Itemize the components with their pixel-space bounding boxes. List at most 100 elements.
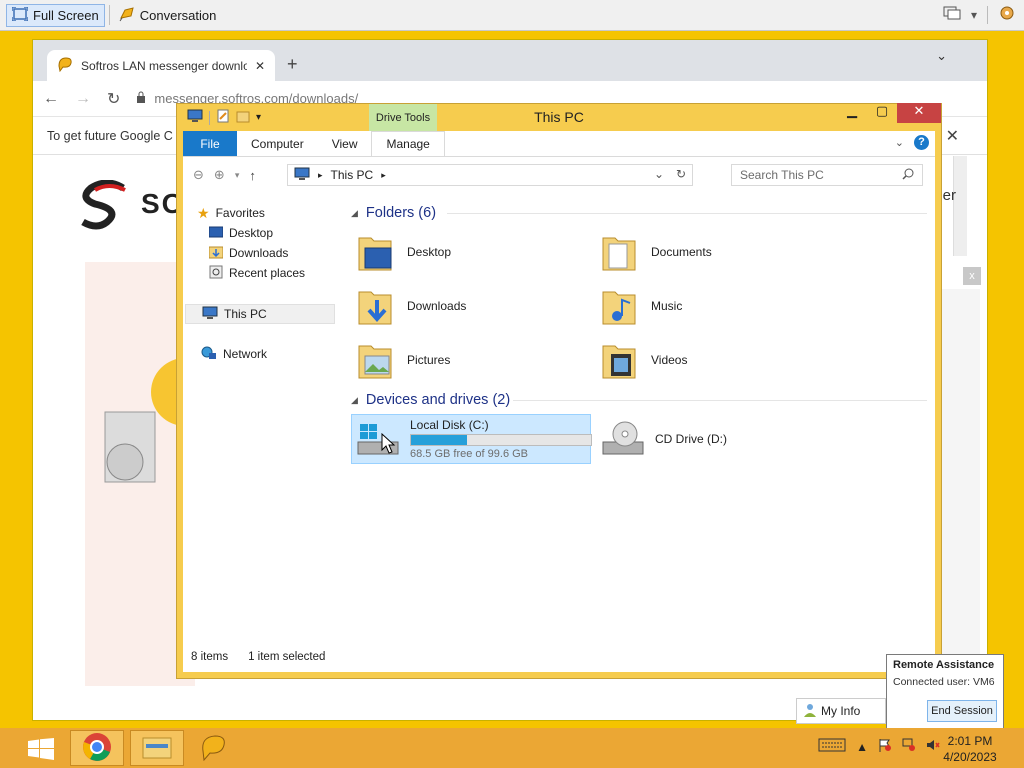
back-icon[interactable]: ⊖: [193, 167, 204, 183]
nav-item-this-pc[interactable]: This PC: [185, 304, 335, 324]
drive-usage-fill: [411, 435, 468, 445]
taskbar-softros-messenger[interactable]: [186, 730, 240, 766]
forward-icon[interactable]: →: [75, 90, 91, 108]
group-divider: [447, 213, 927, 214]
address-dropdown-icon[interactable]: ⌄: [654, 167, 664, 181]
window-title: This PC: [534, 109, 584, 125]
maximize-button[interactable]: ▢: [867, 103, 897, 123]
remote-assistance-title: Remote Assistance: [893, 659, 995, 671]
mouse-cursor-icon: [381, 432, 397, 458]
lock-icon: [136, 91, 146, 106]
conversation-button[interactable]: Conversation: [114, 4, 222, 27]
back-icon[interactable]: ←: [43, 90, 59, 108]
drives-group-header[interactable]: ◢ Devices and drives (2): [351, 390, 510, 410]
browser-tab[interactable]: Softros LAN messenger downloa ✕: [47, 50, 275, 81]
folder-desktop[interactable]: Desktop: [357, 227, 557, 277]
file-explorer-window: ▾ Drive Tools This PC ▁ ▢ ✕ File Compute…: [176, 103, 942, 679]
folder-label: Music: [651, 299, 683, 313]
toolbar-divider: [108, 5, 110, 25]
folder-videos[interactable]: Videos: [601, 335, 801, 385]
keyboard-icon[interactable]: [818, 738, 846, 755]
nav-item-recent-places[interactable]: Recent places: [209, 263, 305, 283]
up-icon[interactable]: ↑: [249, 168, 256, 183]
remote-assistance-popup: Remote Assistance Connected user: VM6 En…: [886, 654, 1004, 729]
tab-title: Softros LAN messenger downloa: [81, 58, 247, 73]
chevron-down-icon[interactable]: ▾: [971, 8, 977, 22]
drive-usage-bar: [410, 434, 592, 446]
expand-ribbon-icon[interactable]: ⌄: [895, 136, 904, 149]
drives-group-title: Devices and drives (2): [365, 392, 511, 408]
show-hidden-icons[interactable]: ▲: [856, 740, 868, 754]
softros-favicon-icon: [57, 56, 73, 75]
navigation-pane: ★ Favorites Desktop Downloads Recent pla…: [183, 193, 335, 642]
folder-label: Desktop: [407, 245, 452, 259]
content-pane: ◢ Folders (6) Desktop Documents Download…: [343, 193, 935, 642]
volume-muted-icon[interactable]: [926, 738, 940, 755]
forward-icon[interactable]: ⊕: [214, 167, 225, 183]
nav-item-network[interactable]: Network: [201, 344, 267, 364]
nav-item-label: Desktop: [229, 226, 274, 240]
tab-search-icon[interactable]: ⌄: [936, 48, 947, 64]
breadcrumb-separator-icon: ▸: [318, 169, 323, 180]
new-tab-button[interactable]: +: [287, 54, 298, 75]
conversation-label: Conversation: [139, 7, 217, 23]
tab-view[interactable]: View: [318, 131, 372, 156]
network-tray-icon[interactable]: [902, 738, 916, 755]
folder-music[interactable]: Music: [601, 281, 801, 331]
my-info-button[interactable]: My Info: [796, 698, 886, 724]
drive-free-space: 68.5 GB free of 99.6 GB: [410, 448, 529, 460]
settings-icon[interactable]: [998, 4, 1016, 25]
tab-manage[interactable]: Manage: [371, 131, 445, 156]
folder-label: Pictures: [407, 353, 451, 367]
folder-downloads[interactable]: Downloads: [357, 281, 557, 331]
clock[interactable]: 2:01 PM 4/20/2023: [940, 733, 1000, 765]
monitor-icon[interactable]: [943, 6, 961, 23]
videos-folder-icon: [601, 340, 637, 380]
end-session-button[interactable]: End Session: [927, 700, 997, 722]
fragment-close-button[interactable]: x: [963, 267, 981, 285]
folder-documents[interactable]: Documents: [601, 227, 801, 277]
drive-name: CD Drive (D:): [655, 432, 727, 446]
breadcrumb-separator-icon[interactable]: ▸: [381, 170, 386, 181]
windows-start-icon[interactable]: [28, 738, 54, 760]
this-pc-icon: [202, 306, 218, 323]
nav-item-desktop[interactable]: Desktop: [208, 223, 274, 243]
explorer-body: ⊖ ⊕ ▾ ↑ ▸ This PC ▸ ⌄ ↻ Search This PC ★: [183, 157, 935, 672]
help-icon[interactable]: ?: [914, 135, 929, 150]
recent-places-icon: [209, 265, 223, 282]
refresh-icon[interactable]: ↻: [676, 167, 686, 181]
music-folder-icon: [601, 286, 637, 326]
close-button[interactable]: ✕: [897, 103, 941, 123]
recent-locations-icon[interactable]: ▾: [235, 170, 240, 181]
collapse-icon: ◢: [351, 394, 358, 405]
search-placeholder: Search This PC: [740, 168, 824, 182]
full-screen-label: Full Screen: [33, 7, 99, 23]
my-info-label: My Info: [821, 704, 861, 718]
clock-time: 2:01 PM: [947, 734, 993, 748]
tab-computer[interactable]: Computer: [237, 131, 318, 156]
infobar-close-icon[interactable]: ✕: [946, 126, 959, 146]
tab-file[interactable]: File: [183, 131, 237, 156]
breadcrumb-this-pc[interactable]: This PC: [331, 168, 374, 182]
close-tab-icon[interactable]: ✕: [255, 59, 265, 73]
folder-pictures[interactable]: Pictures: [357, 335, 557, 385]
folders-group-header[interactable]: ◢ Folders (6): [351, 203, 436, 223]
search-input[interactable]: Search This PC: [731, 164, 923, 186]
softros-messenger-icon: [199, 733, 227, 764]
address-bar[interactable]: ▸ This PC ▸ ⌄ ↻: [287, 164, 693, 186]
group-divider: [513, 400, 927, 401]
taskbar: ▲ 2:01 PM 4/20/2023: [0, 728, 1024, 768]
taskbar-file-explorer[interactable]: [130, 730, 184, 766]
taskbar-chrome[interactable]: [70, 730, 124, 766]
nav-item-favorites[interactable]: ★ Favorites: [197, 203, 265, 223]
downloads-folder-icon: [357, 286, 393, 326]
flag-icon[interactable]: [878, 738, 892, 755]
minimize-button[interactable]: ▁: [837, 103, 867, 123]
drive-cd-d[interactable]: CD Drive (D:): [601, 414, 801, 464]
reload-icon[interactable]: ↻: [107, 89, 120, 109]
nav-item-downloads[interactable]: Downloads: [208, 243, 289, 263]
full-screen-button[interactable]: Full Screen: [6, 3, 105, 27]
toolbar-divider: [987, 5, 988, 24]
nav-item-label: Downloads: [229, 246, 289, 260]
star-icon: ★: [197, 204, 210, 221]
